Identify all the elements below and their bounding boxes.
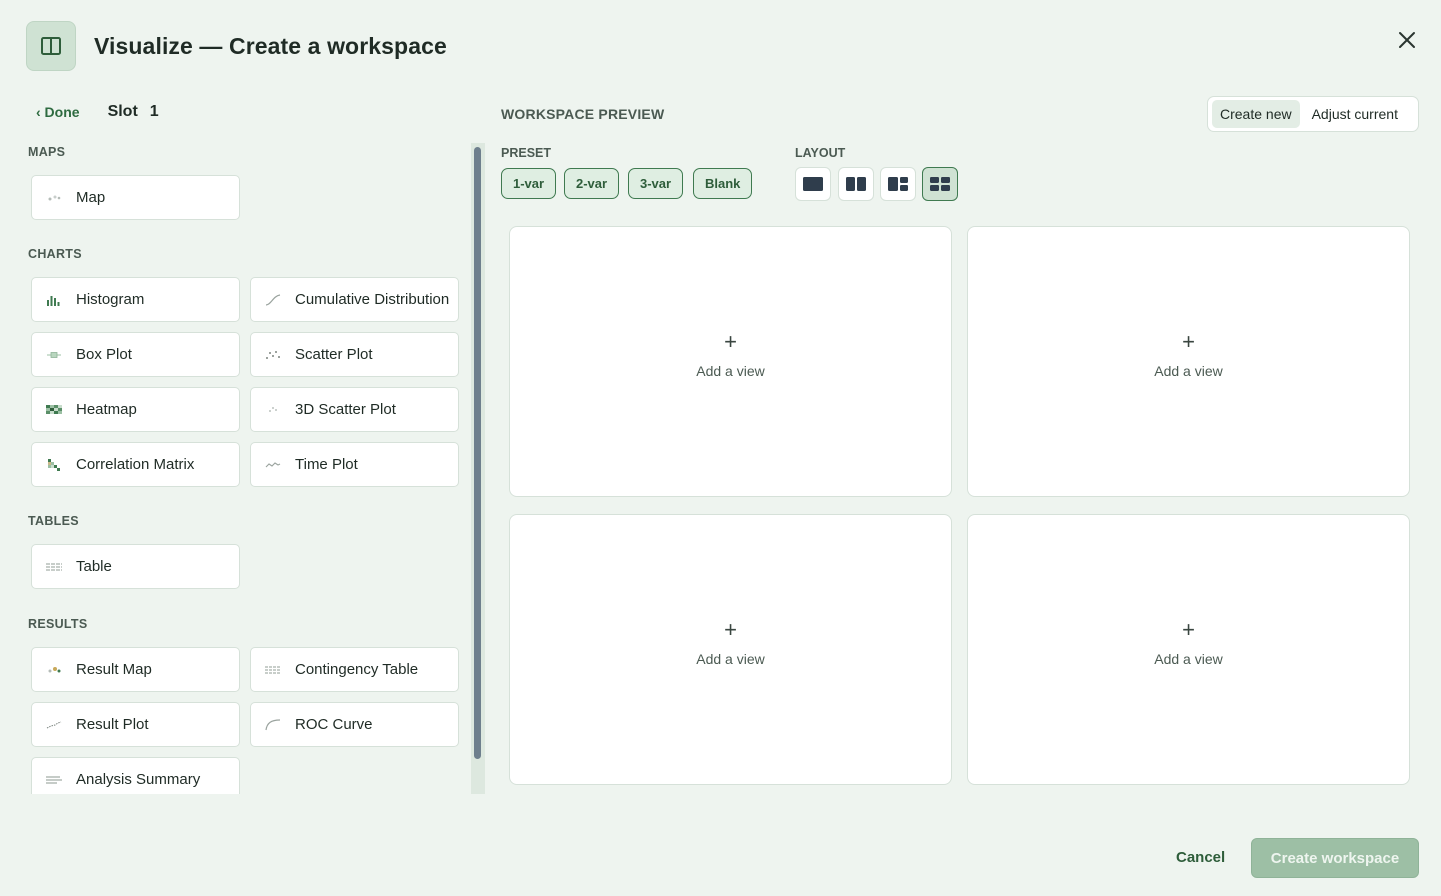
view-button-analysis-summary[interactable]: Analysis Summary [31, 757, 240, 794]
workspace-preview-title: WORKSPACE PREVIEW [501, 106, 665, 122]
layout-one-plus-two-icon [888, 177, 908, 191]
map-icon [46, 192, 62, 204]
view-label: Correlation Matrix [76, 456, 195, 473]
view-button-table[interactable]: Table [31, 544, 240, 589]
box-plot-icon [46, 349, 62, 361]
dialog-header: Visualize — Create a workspace [26, 21, 447, 71]
table-icon [46, 561, 62, 573]
plus-icon: + [724, 328, 737, 354]
workspace-slot-1[interactable]: + Add a view [509, 226, 952, 497]
layout-two-columns-button[interactable] [838, 167, 874, 201]
view-button-scatter-plot[interactable]: Scatter Plot [250, 332, 459, 377]
add-view-label: Add a view [1154, 362, 1223, 379]
scatter-icon [265, 349, 281, 361]
view-label: Cumulative Distribution [295, 291, 450, 308]
histogram-icon [46, 294, 62, 306]
scatter-3d-icon [265, 404, 281, 416]
workspace-slot-2[interactable]: + Add a view [967, 226, 1410, 497]
mode-toggle: Create new Adjust current [1207, 96, 1419, 132]
mode-adjust-current[interactable]: Adjust current [1304, 100, 1406, 128]
slot-label: Slot [107, 103, 138, 120]
view-label: ROC Curve [295, 716, 373, 733]
view-label: Result Plot [76, 716, 149, 733]
view-button-heatmap[interactable]: Heatmap [31, 387, 240, 432]
slot-number: 1 [149, 103, 159, 120]
view-label: Box Plot [76, 346, 132, 363]
cdf-curve-icon [265, 293, 281, 306]
view-button-result-plot[interactable]: Result Plot [31, 702, 240, 747]
summary-lines-icon [46, 774, 62, 786]
done-link[interactable]: ‹ Done [36, 104, 80, 120]
view-button-roc-curve[interactable]: ROC Curve [250, 702, 459, 747]
view-label: Histogram [76, 291, 145, 308]
result-plot-icon [46, 719, 62, 731]
create-workspace-button[interactable]: Create workspace [1251, 838, 1419, 878]
section-title-results: RESULTS [28, 617, 88, 631]
dialog-title: Visualize — Create a workspace [94, 32, 447, 59]
view-label: Scatter Plot [295, 346, 373, 363]
view-label: 3D Scatter Plot [295, 401, 396, 418]
view-label: Contingency Table [295, 661, 419, 678]
view-label: Heatmap [76, 401, 137, 418]
layout-title: LAYOUT [795, 146, 846, 160]
layout-one-plus-two-button[interactable] [880, 167, 916, 201]
section-title-tables: TABLES [28, 514, 79, 528]
preset-title: PRESET [501, 146, 552, 160]
view-button-contingency-table[interactable]: Contingency Table [250, 647, 459, 692]
workspace-slot-4[interactable]: + Add a view [967, 514, 1410, 785]
time-series-icon [265, 459, 281, 471]
preset-blank-button[interactable]: Blank [693, 168, 753, 199]
view-catalog: MAPS Map CHARTS Histogram Cumulative Dis… [28, 143, 468, 794]
view-button-time-plot[interactable]: Time Plot [250, 442, 459, 487]
view-button-3d-scatter-plot[interactable]: 3D Scatter Plot [250, 387, 459, 432]
catalog-scrollbar[interactable] [471, 143, 485, 794]
result-map-icon [46, 664, 62, 676]
view-button-cumulative-distribution[interactable]: Cumulative Distribution [250, 277, 459, 322]
mode-create-new[interactable]: Create new [1212, 100, 1300, 128]
preset-3-var-button[interactable]: 3-var [628, 168, 684, 199]
preset-2-var-button[interactable]: 2-var [564, 168, 620, 199]
close-icon [1399, 32, 1415, 48]
preset-1-var-button[interactable]: 1-var [501, 168, 557, 199]
layout-two-columns-icon [846, 177, 866, 191]
add-view-label: Add a view [696, 362, 765, 379]
slot-bar: ‹ Done Slot 1 [36, 103, 159, 121]
view-label: Map [76, 189, 106, 206]
add-view-label: Add a view [1154, 650, 1223, 667]
plus-icon: + [724, 616, 737, 642]
view-button-map[interactable]: Map [31, 175, 240, 220]
contingency-table-icon [265, 664, 281, 676]
heatmap-icon [46, 404, 62, 416]
scrollbar-thumb[interactable] [474, 147, 481, 759]
section-title-maps: MAPS [28, 145, 66, 159]
workspace-slot-3[interactable]: + Add a view [509, 514, 952, 785]
view-label: Result Map [76, 661, 152, 678]
layout-grid-2x2-button[interactable] [922, 167, 958, 201]
plus-icon: + [1182, 328, 1195, 354]
add-view-label: Add a view [696, 650, 765, 667]
view-label: Table [76, 558, 112, 575]
view-button-histogram[interactable]: Histogram [31, 277, 240, 322]
cancel-button[interactable]: Cancel [1176, 849, 1225, 866]
panels-icon [26, 21, 76, 71]
view-button-correlation-matrix[interactable]: Correlation Matrix [31, 442, 240, 487]
view-button-box-plot[interactable]: Box Plot [31, 332, 240, 377]
layout-grid-icon [930, 177, 950, 191]
roc-curve-icon [265, 718, 281, 731]
correlation-matrix-icon [46, 458, 62, 471]
layout-single-button[interactable] [795, 167, 831, 201]
view-button-result-map[interactable]: Result Map [31, 647, 240, 692]
plus-icon: + [1182, 616, 1195, 642]
view-label: Time Plot [295, 456, 358, 473]
close-button[interactable] [1395, 28, 1419, 52]
view-label: Analysis Summary [76, 771, 201, 788]
section-title-charts: CHARTS [28, 247, 82, 261]
layout-single-icon [803, 177, 823, 191]
